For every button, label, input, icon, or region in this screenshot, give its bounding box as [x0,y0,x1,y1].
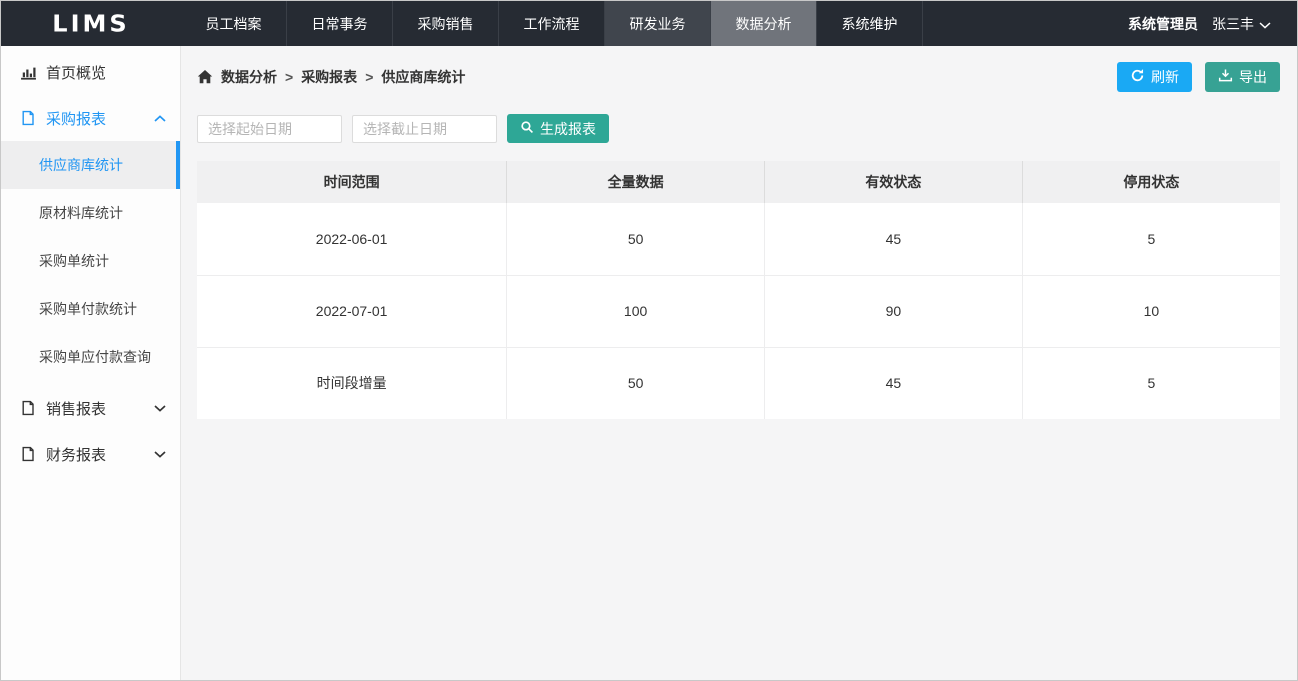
navbar-tab[interactable]: 数据分析 [711,1,817,46]
sidebar-item-2[interactable]: 销售报表 [1,385,180,431]
top-navbar: LIMS 员工档案 日常事务 采购销售 工作流程 研发业务 数据分析 系统维护 … [1,1,1297,46]
table-cell: 时间段增量 [197,347,507,419]
report-table: 时间范围全量数据有效状态停用状态 2022-06-01504552022-07-… [197,161,1280,419]
breadcrumb-items: 数据分析 > 采购报表 > 供应商库统计 [221,67,465,87]
download-icon [1218,68,1233,86]
table-cell: 5 [1022,347,1280,419]
sidebar-subitem[interactable]: 采购单付款统计 [1,285,180,333]
table-column-header: 有效状态 [764,161,1022,203]
table-row: 2022-07-011009010 [197,275,1280,347]
table-body: 2022-06-01504552022-07-011009010时间段增量504… [197,203,1280,419]
end-date-input[interactable] [352,115,497,143]
table-cell: 50 [507,347,765,419]
breadcrumb-row: 数据分析 > 采购报表 > 供应商库统计 刷新 导出 [197,61,1280,93]
toolbar: 刷新 导出 [1117,62,1280,92]
app-window: LIMS 员工档案 日常事务 采购销售 工作流程 研发业务 数据分析 系统维护 … [0,0,1298,681]
table-cell: 2022-06-01 [197,203,507,275]
navbar-tab[interactable]: 工作流程 [499,1,605,46]
table-row: 2022-06-0150455 [197,203,1280,275]
search-icon [520,120,534,137]
active-indicator [176,141,180,189]
breadcrumb-item[interactable]: 数据分析 [221,67,277,87]
report-icon [19,399,37,417]
report-table-wrap: 时间范围全量数据有效状态停用状态 2022-06-01504552022-07-… [197,161,1280,419]
breadcrumb-item[interactable]: 供应商库统计 [381,67,465,87]
sidebar-subitem[interactable]: 供应商库统计 [1,141,180,189]
table-cell: 45 [764,347,1022,419]
refresh-icon [1130,68,1145,86]
table-row: 时间段增量50455 [197,347,1280,419]
report-icon [19,109,37,127]
chevron-down-icon [154,405,166,412]
user-name: 张三丰 [1212,14,1254,34]
table-cell: 90 [764,275,1022,347]
table-column-header: 停用状态 [1022,161,1280,203]
table-cell: 50 [507,203,765,275]
sidebar-menu: 首页概览 采购报表 供应商库统计 原材料库统计 采购单统计 采购单付款统计 采购… [1,49,180,477]
table-column-header: 全量数据 [507,161,765,203]
table-header-row: 时间范围全量数据有效状态停用状态 [197,161,1280,203]
report-icon [19,445,37,463]
table-cell: 5 [1022,203,1280,275]
table-cell: 10 [1022,275,1280,347]
chevron-down-icon [154,451,166,458]
sidebar: 首页概览 采购报表 供应商库统计 原材料库统计 采购单统计 采购单付款统计 采购… [1,46,181,680]
home-icon [197,69,213,85]
sidebar-subitem[interactable]: 采购单统计 [1,237,180,285]
user-menu[interactable]: 张三丰 [1212,14,1271,34]
navbar-tab[interactable]: 研发业务 [605,1,711,46]
navbar-tab[interactable]: 采购销售 [393,1,499,46]
table-cell: 45 [764,203,1022,275]
table-column-header: 时间范围 [197,161,507,203]
navbar-user-area: 系统管理员 张三丰 [1128,1,1297,46]
sidebar-item-1[interactable]: 采购报表 [1,95,180,141]
bar-chart-icon [19,63,37,81]
sidebar-item-0[interactable]: 首页概览 [1,49,180,95]
main-content: 数据分析 > 采购报表 > 供应商库统计 刷新 导出 [181,46,1297,680]
app-logo: LIMS [1,2,181,45]
navbar-tab[interactable]: 系统维护 [817,1,923,46]
chevron-up-icon [154,115,166,122]
export-button[interactable]: 导出 [1205,62,1280,92]
table-cell: 100 [507,275,765,347]
navbar-tab[interactable]: 日常事务 [287,1,393,46]
breadcrumb: 数据分析 > 采购报表 > 供应商库统计 [197,67,465,87]
chevron-down-icon [1259,16,1271,32]
breadcrumb-separator: > [365,69,373,85]
sidebar-subitem[interactable]: 采购单应付款查询 [1,333,180,381]
sidebar-subitem[interactable]: 原材料库统计 [1,189,180,237]
user-role-label: 系统管理员 [1128,14,1198,34]
navbar-tab[interactable]: 员工档案 [181,1,287,46]
start-date-input[interactable] [197,115,342,143]
refresh-button[interactable]: 刷新 [1117,62,1192,92]
filter-row: 生成报表 [197,114,1280,143]
breadcrumb-separator: > [285,69,293,85]
generate-report-button[interactable]: 生成报表 [507,114,609,143]
table-cell: 2022-07-01 [197,275,507,347]
breadcrumb-item[interactable]: 采购报表 [301,67,357,87]
navbar-tabs: 员工档案 日常事务 采购销售 工作流程 研发业务 数据分析 系统维护 [181,1,923,46]
sidebar-item-3[interactable]: 财务报表 [1,431,180,477]
